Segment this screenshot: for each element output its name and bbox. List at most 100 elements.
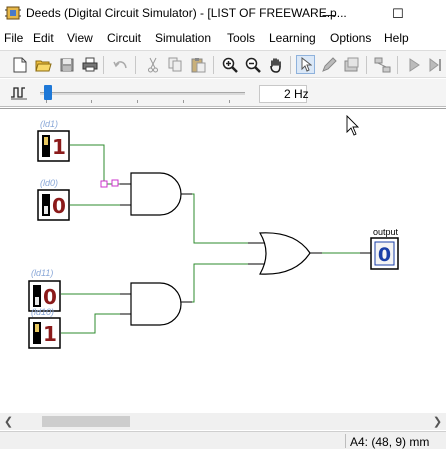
and-gate-1[interactable] <box>130 172 182 216</box>
wire-ld1-to-and1 <box>70 144 131 185</box>
wire-ld10-to-and2 <box>61 313 131 334</box>
toolbar-separator <box>290 56 291 74</box>
wire-and1-to-or <box>182 193 262 244</box>
clock-bar: 2 Hz <box>0 79 446 107</box>
input-switch-ld0[interactable]: 0 (ld0) <box>37 178 70 221</box>
menu-edit[interactable]: Edit <box>33 31 54 45</box>
maximize-icon: ☐ <box>392 6 404 21</box>
component-button[interactable] <box>342 55 361 74</box>
step-button[interactable] <box>426 55 445 74</box>
pan-button[interactable] <box>266 55 285 74</box>
chevron-right-icon: ❯ <box>432 416 443 428</box>
menu-tools[interactable]: Tools <box>227 31 255 45</box>
input-switch-ld1[interactable]: 1 (ld1) <box>37 119 70 162</box>
network-button[interactable] <box>373 55 392 74</box>
scrollbar-thumb[interactable] <box>42 416 130 427</box>
menu-learning[interactable]: Learning <box>269 31 316 45</box>
status-bar: A4: (48, 9) mm <box>0 431 446 449</box>
undo-button[interactable] <box>111 55 130 74</box>
input-ld1-value: 1 <box>52 135 66 159</box>
copy-button[interactable] <box>166 55 185 74</box>
wires <box>61 144 370 334</box>
component-icon <box>344 57 359 71</box>
menu-view[interactable]: View <box>67 31 93 45</box>
clock-signal-icon <box>11 87 27 100</box>
title-bar: Deeds (Digital Circuit Simulator) - [LIS… <box>0 0 446 28</box>
input-ld10-label: (ld10) <box>31 307 54 317</box>
output-display[interactable]: 0 output <box>370 227 399 270</box>
new-file-button[interactable] <box>10 55 29 74</box>
print-button[interactable] <box>80 55 99 74</box>
select-arrow-icon <box>301 57 312 72</box>
slider-tick <box>91 100 92 103</box>
cut-button[interactable] <box>143 55 162 74</box>
toolbar-separator <box>397 56 398 74</box>
menu-simulation[interactable]: Simulation <box>155 31 211 45</box>
clock-frequency-slider-thumb[interactable] <box>44 85 52 100</box>
input-ld10-value: 1 <box>43 322 57 346</box>
output-value: 0 <box>378 244 391 266</box>
open-button[interactable] <box>34 55 53 74</box>
input-switch-ld11[interactable]: 0 (ld11) <box>28 268 61 312</box>
menu-circuit[interactable]: Circuit <box>107 31 141 45</box>
input-switch-ld10[interactable]: 1 (ld10) <box>28 307 61 349</box>
copy-icon <box>168 57 182 72</box>
paste-icon <box>191 57 206 72</box>
open-folder-icon <box>35 60 52 71</box>
output-label: output <box>373 227 399 237</box>
menu-help[interactable]: Help <box>384 31 409 45</box>
or-gate[interactable] <box>258 232 311 275</box>
toolbar <box>0 50 446 78</box>
undo-icon <box>113 60 127 68</box>
and-gate-2[interactable] <box>130 282 182 326</box>
toolbar-separator <box>103 56 104 74</box>
network-icon <box>374 57 391 72</box>
zoom-in-icon <box>222 57 238 73</box>
clock-frequency-slider-track[interactable] <box>40 92 245 95</box>
maximize-button[interactable]: ☐ <box>375 0 421 28</box>
wire-pencil-button[interactable] <box>319 55 338 74</box>
input-ld11-label: (ld11) <box>31 268 53 278</box>
menu-bar: File Edit View Circuit Simulation Tools … <box>0 28 446 48</box>
menu-file[interactable]: File <box>4 31 23 45</box>
status-separator <box>345 434 346 448</box>
zoom-in-button[interactable] <box>220 55 239 74</box>
circuit-canvas[interactable]: 1 (ld1) 0 (ld0) 0 (ld11) 1 (ld10) 0 outp… <box>0 108 446 413</box>
clock-frequency-display: 2 Hz <box>259 85 309 103</box>
cursor-coordinates: A4: (48, 9) mm <box>350 435 430 449</box>
scroll-right-button[interactable]: ❯ <box>429 413 446 430</box>
hand-pan-icon <box>269 57 281 73</box>
minimize-icon: — <box>322 6 336 22</box>
paste-button[interactable] <box>189 55 208 74</box>
select-button[interactable] <box>296 55 315 74</box>
circuit-diagram: 1 (ld1) 0 (ld0) 0 (ld11) 1 (ld10) 0 outp… <box>28 114 399 349</box>
minimize-button[interactable]: — <box>306 0 352 28</box>
probe-marker[interactable] <box>111 179 119 187</box>
toolbar-separator <box>135 56 136 74</box>
cut-icon <box>147 57 158 72</box>
mouse-cursor-icon <box>346 114 360 136</box>
save-button[interactable] <box>57 55 76 74</box>
horizontal-scrollbar[interactable]: ❮ ❯ <box>0 413 446 430</box>
menu-options[interactable]: Options <box>330 31 371 45</box>
slider-tick <box>137 100 138 103</box>
slider-tick <box>46 100 47 103</box>
wire-and2-to-or <box>182 263 262 303</box>
window-title: Deeds (Digital Circuit Simulator) - [LIS… <box>26 6 347 20</box>
play-icon <box>409 57 420 72</box>
input-ld0-label: (ld0) <box>40 178 58 188</box>
input-ld0-value: 0 <box>52 194 66 218</box>
input-ld1-label: (ld1) <box>40 119 58 129</box>
slider-tick <box>183 100 184 103</box>
input-ld11-value: 0 <box>43 285 57 309</box>
chevron-left-icon: ❮ <box>3 416 14 428</box>
zoom-out-button[interactable] <box>243 55 262 74</box>
scroll-left-button[interactable]: ❮ <box>0 413 17 430</box>
toolbar-separator <box>213 56 214 74</box>
play-button[interactable] <box>404 55 423 74</box>
app-icon <box>5 6 21 20</box>
probe-marker[interactable] <box>100 180 108 188</box>
new-file-icon <box>13 57 26 72</box>
toolbar-separator <box>366 56 367 74</box>
pencil-icon <box>321 56 337 72</box>
